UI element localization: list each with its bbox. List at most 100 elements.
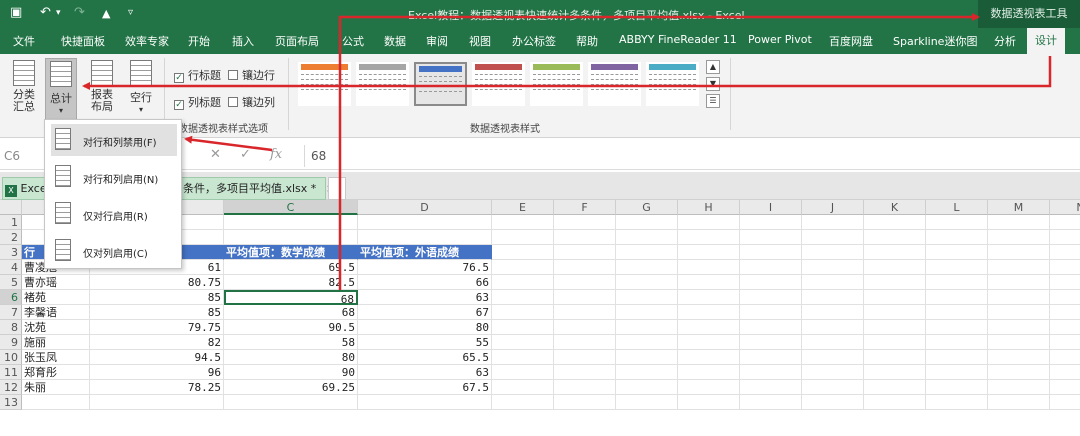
grid-cell[interactable] — [864, 320, 926, 335]
grid-cell[interactable] — [554, 215, 616, 230]
pivot-data-cell[interactable]: 90.5 — [224, 320, 358, 335]
row-header[interactable]: 8 — [0, 320, 22, 335]
name-box[interactable]: C6 — [4, 146, 40, 166]
grid-cell[interactable] — [678, 335, 740, 350]
workbook-tab-1[interactable]: X Exce — [2, 177, 48, 200]
pivot-data-cell[interactable]: 郑育彤 — [22, 365, 90, 380]
subtotal-button[interactable]: 分类汇总 — [6, 60, 42, 113]
grid-cell[interactable] — [926, 275, 988, 290]
tab-data[interactable]: 数据 — [384, 33, 406, 49]
grid-cell[interactable] — [988, 215, 1050, 230]
column-header[interactable]: N — [1050, 200, 1080, 215]
pivot-style-swatch[interactable] — [472, 62, 525, 106]
pivot-style-swatch[interactable] — [414, 62, 467, 106]
grid-cell[interactable] — [926, 230, 988, 245]
pivot-data-cell[interactable]: 沈苑 — [22, 320, 90, 335]
grid-cell[interactable] — [678, 245, 740, 260]
tab-insert[interactable]: 插入 — [232, 33, 254, 49]
column-header[interactable]: G — [616, 200, 678, 215]
grid-cell[interactable] — [554, 320, 616, 335]
grid-cell[interactable] — [554, 275, 616, 290]
grid-cell[interactable] — [864, 245, 926, 260]
grid-cell[interactable] — [988, 395, 1050, 410]
enter-icon[interactable]: ✓ — [240, 147, 251, 162]
save-icon[interactable]: ▣ — [10, 5, 22, 20]
grid-cell[interactable] — [678, 215, 740, 230]
grid-cell[interactable] — [988, 245, 1050, 260]
grid-cell[interactable] — [802, 305, 864, 320]
grid-cell[interactable] — [554, 230, 616, 245]
tab-formulas[interactable]: 公式 — [342, 33, 364, 49]
grid-cell[interactable] — [678, 305, 740, 320]
grid-cell[interactable] — [864, 290, 926, 305]
grid-cell[interactable] — [740, 290, 802, 305]
grid-cell[interactable] — [802, 275, 864, 290]
pivot-data-cell[interactable]: 65.5 — [358, 350, 492, 365]
grid-cell[interactable] — [802, 290, 864, 305]
pivot-style-swatch[interactable] — [646, 62, 699, 106]
grid-cell[interactable] — [988, 290, 1050, 305]
tab-file[interactable]: 文件 — [13, 33, 35, 49]
pivot-data-cell[interactable]: 69.5 — [224, 260, 358, 275]
pivot-data-cell[interactable]: 82 — [90, 335, 224, 350]
pivot-style-swatch[interactable] — [298, 62, 351, 106]
grid-cell[interactable] — [492, 395, 554, 410]
pivot-data-cell[interactable]: 67 — [358, 305, 492, 320]
pivot-data-cell[interactable]: 55 — [358, 335, 492, 350]
grid-cell[interactable] — [988, 230, 1050, 245]
undo-icon[interactable]: ↶ — [40, 5, 51, 20]
grid-cell[interactable] — [224, 230, 358, 245]
grid-cell[interactable] — [492, 230, 554, 245]
column-header[interactable]: C — [224, 200, 358, 215]
tab-home[interactable]: 开始 — [188, 33, 210, 49]
grid-cell[interactable] — [926, 320, 988, 335]
grid-cell[interactable] — [740, 245, 802, 260]
pivot-data-cell[interactable]: 褚苑 — [22, 290, 90, 305]
grid-cell[interactable] — [616, 350, 678, 365]
grid-cell[interactable] — [492, 305, 554, 320]
fx-icon[interactable]: fx — [270, 147, 282, 162]
pivot-data-cell[interactable]: 63 — [358, 365, 492, 380]
active-cell[interactable]: 68 — [224, 290, 358, 305]
grid-cell[interactable] — [740, 335, 802, 350]
grid-cell[interactable] — [554, 395, 616, 410]
grid-cell[interactable] — [224, 395, 358, 410]
grid-cell[interactable] — [988, 350, 1050, 365]
tab-office-tabs[interactable]: 办公标签 — [512, 33, 556, 49]
pivot-data-cell[interactable]: 66 — [358, 275, 492, 290]
grid-cell[interactable] — [1050, 245, 1080, 260]
grid-cell[interactable] — [678, 320, 740, 335]
grid-cell[interactable] — [492, 350, 554, 365]
pivot-data-cell[interactable]: 80 — [224, 350, 358, 365]
grid-cell[interactable] — [554, 245, 616, 260]
pivot-data-cell[interactable]: 85 — [90, 290, 224, 305]
grid-cell[interactable] — [492, 260, 554, 275]
report-layout-button[interactable]: 报表布局 — [84, 60, 120, 113]
row-header[interactable]: 1 — [0, 215, 22, 230]
grid-cell[interactable] — [740, 320, 802, 335]
grid-cell[interactable] — [802, 380, 864, 395]
grid-cell[interactable] — [926, 395, 988, 410]
pivot-data-cell[interactable]: 78.25 — [90, 380, 224, 395]
pivot-style-swatch[interactable] — [588, 62, 641, 106]
grid-cell[interactable] — [740, 215, 802, 230]
grid-cell[interactable] — [988, 320, 1050, 335]
column-header[interactable]: K — [864, 200, 926, 215]
formula-input[interactable]: 68 — [304, 145, 1080, 167]
grid-cell[interactable] — [864, 275, 926, 290]
grid-cell[interactable] — [492, 215, 554, 230]
tab-efficiency[interactable]: 效率专家 — [125, 33, 169, 49]
pivot-data-cell[interactable]: 90 — [224, 365, 358, 380]
cancel-icon[interactable]: ✕ — [210, 147, 221, 162]
grid-cell[interactable] — [616, 305, 678, 320]
tab-quick-panel[interactable]: 快捷面板 — [61, 33, 105, 49]
grid-cell[interactable] — [740, 260, 802, 275]
row-header[interactable]: 2 — [0, 230, 22, 245]
grid-cell[interactable] — [616, 290, 678, 305]
pivot-data-cell[interactable]: 80 — [358, 320, 492, 335]
column-header[interactable]: I — [740, 200, 802, 215]
grid-cell[interactable] — [358, 395, 492, 410]
row-headers-checkbox[interactable]: ✓ 行标题 — [174, 67, 221, 83]
grid-cell[interactable] — [1050, 350, 1080, 365]
menu-item-rows-only[interactable]: 仅对行启用(R) — [51, 198, 177, 230]
